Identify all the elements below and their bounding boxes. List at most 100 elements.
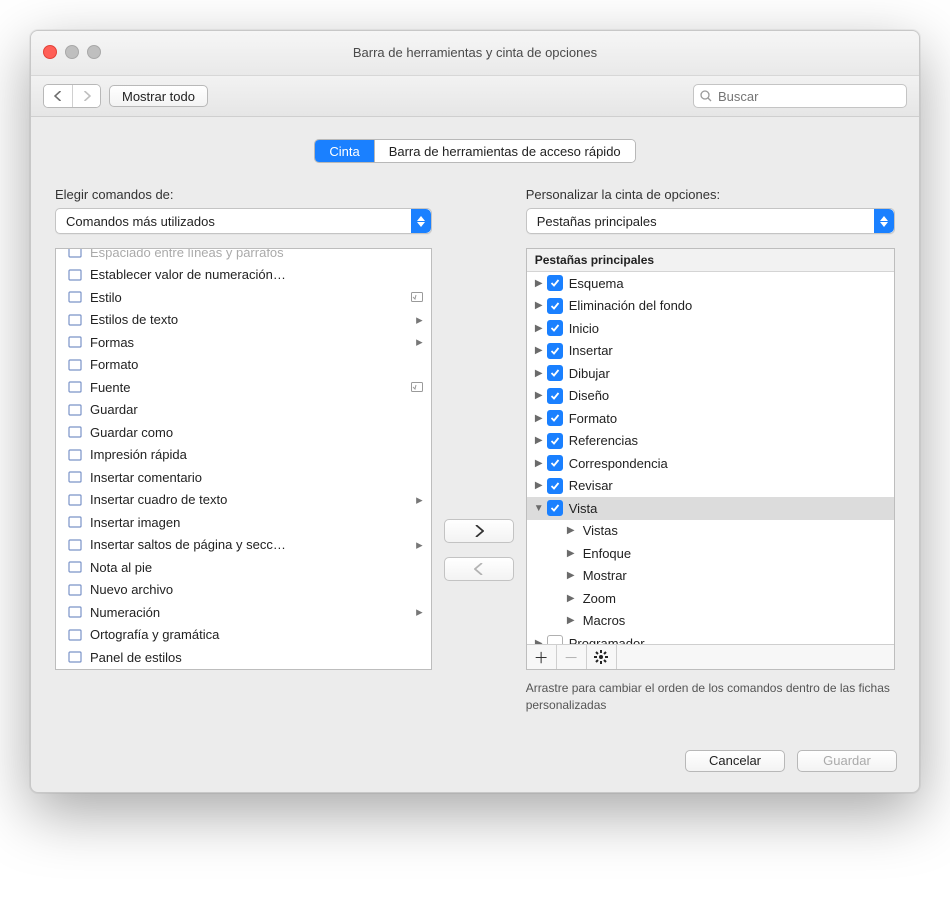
ribbon-group-item[interactable]: ▶Zoom — [527, 587, 894, 610]
ribbon-group-item[interactable]: ▶Macros — [527, 610, 894, 633]
add-tab-button[interactable]: ＋ — [527, 645, 557, 669]
select-stepper-icon — [411, 209, 431, 233]
tab-visibility-checkbox[interactable] — [547, 433, 563, 449]
tab-quick-access[interactable]: Barra de herramientas de acceso rápido — [374, 140, 635, 162]
tab-visibility-checkbox[interactable] — [547, 343, 563, 359]
show-all-button[interactable]: Mostrar todo — [109, 85, 208, 107]
disclosure-triangle-icon[interactable]: ▶ — [533, 278, 545, 289]
commands-listbox[interactable]: Espaciado entre líneas y párrafosEstable… — [55, 248, 432, 670]
tab-settings-button[interactable] — [587, 645, 617, 669]
ribbon-tab-label: Esquema — [569, 276, 624, 291]
command-item[interactable]: Insertar imagen — [56, 511, 431, 534]
search-input[interactable] — [716, 88, 900, 105]
ribbon-group-item[interactable]: ▶Enfoque — [527, 542, 894, 565]
submenu-indicator-icon: ▸ — [407, 537, 423, 553]
disclosure-triangle-icon[interactable]: ▶ — [565, 570, 577, 581]
customize-ribbon-select[interactable]: Pestañas principales — [526, 208, 895, 234]
ribbon-tab-item[interactable]: ▶ Eliminación del fondo — [527, 295, 894, 318]
ribbon-tab-item[interactable]: ▶Correspondencia — [527, 452, 894, 475]
command-item[interactable]: Panel de estilos — [56, 646, 431, 669]
ribbon-tab-label: Eliminación del fondo — [569, 298, 693, 313]
minimize-window-button[interactable] — [65, 45, 79, 59]
command-item[interactable]: Párrafo… — [56, 669, 431, 670]
ribbon-tab-item[interactable]: ▶Dibujar — [527, 362, 894, 385]
tab-visibility-checkbox[interactable] — [547, 298, 563, 314]
choose-commands-select[interactable]: Comandos más utilizados — [55, 208, 432, 234]
disclosure-triangle-icon[interactable]: ▶ — [533, 638, 545, 644]
command-icon — [66, 268, 84, 282]
zoom-window-button[interactable] — [87, 45, 101, 59]
disclosure-triangle-icon[interactable]: ▶ — [533, 345, 545, 356]
disclosure-triangle-icon[interactable]: ▶ — [533, 413, 545, 424]
tab-visibility-checkbox[interactable] — [547, 500, 563, 516]
ribbon-group-label: Vistas — [583, 523, 618, 538]
command-item[interactable]: Guardar — [56, 399, 431, 422]
ribbon-tab-item[interactable]: ▶Diseño — [527, 385, 894, 408]
disclosure-triangle-icon[interactable]: ▶ — [533, 435, 545, 446]
command-item[interactable]: Guardar como — [56, 421, 431, 444]
command-item[interactable]: Ortografía y gramática — [56, 624, 431, 647]
search-field[interactable] — [693, 84, 907, 108]
remove-tab-button[interactable]: － — [557, 645, 587, 669]
ribbon-tab-item[interactable]: ▶ Esquema — [527, 272, 894, 295]
tab-visibility-checkbox[interactable] — [547, 388, 563, 404]
command-item[interactable]: Formas▸ — [56, 331, 431, 354]
save-button[interactable]: Guardar — [797, 750, 897, 772]
remove-command-button[interactable] — [444, 557, 514, 581]
command-item[interactable]: Insertar comentario — [56, 466, 431, 489]
disclosure-triangle-icon[interactable]: ▶ — [533, 323, 545, 334]
command-item[interactable]: Nota al pie — [56, 556, 431, 579]
command-item[interactable]: Insertar saltos de página y secc…▸ — [56, 534, 431, 557]
disclosure-triangle-icon[interactable]: ▶ — [533, 368, 545, 379]
command-label: Impresión rápida — [90, 447, 407, 462]
add-command-button[interactable] — [444, 519, 514, 543]
command-item[interactable]: Estilos de texto▸ — [56, 309, 431, 332]
ribbon-tab-item[interactable]: ▶Formato — [527, 407, 894, 430]
tab-ribbon[interactable]: Cinta — [315, 140, 373, 162]
back-button[interactable] — [44, 85, 72, 107]
command-item[interactable]: Insertar cuadro de texto▸ — [56, 489, 431, 512]
ribbon-group-item[interactable]: ▶ Vistas — [527, 520, 894, 543]
tab-visibility-checkbox[interactable] — [547, 478, 563, 494]
command-item[interactable]: Numeración▸ — [56, 601, 431, 624]
disclosure-triangle-icon[interactable]: ▶ — [533, 480, 545, 491]
ribbon-tab-item[interactable]: ▶Referencias — [527, 430, 894, 453]
tab-visibility-checkbox[interactable] — [547, 275, 563, 291]
ribbon-group-item[interactable]: ▶Mostrar — [527, 565, 894, 588]
tab-visibility-checkbox[interactable] — [547, 365, 563, 381]
ribbon-tab-item[interactable]: ▶Inicio — [527, 317, 894, 340]
command-icon — [66, 403, 84, 417]
disclosure-triangle-icon[interactable]: ▶ — [565, 593, 577, 604]
ribbon-tab-item[interactable]: ▶Programador — [527, 632, 894, 644]
disclosure-triangle-icon[interactable]: ▶ — [565, 525, 577, 536]
disclosure-triangle-icon[interactable]: ▶ — [533, 390, 545, 401]
command-label: Formas — [90, 335, 407, 350]
tab-visibility-checkbox[interactable] — [547, 410, 563, 426]
cancel-button[interactable]: Cancelar — [685, 750, 785, 772]
ribbon-tab-item[interactable]: ▶Insertar — [527, 340, 894, 363]
command-item[interactable]: Estilo — [56, 286, 431, 309]
close-window-button[interactable] — [43, 45, 57, 59]
command-item[interactable]: Nuevo archivo — [56, 579, 431, 602]
command-item[interactable]: Espaciado entre líneas y párrafos — [56, 249, 431, 264]
tab-visibility-checkbox[interactable] — [547, 635, 563, 644]
ribbon-tabs-listbox[interactable]: Pestañas principales ▶Esquema▶Eliminació… — [526, 248, 895, 670]
tab-visibility-checkbox[interactable] — [547, 455, 563, 471]
command-label: Formato — [90, 357, 407, 372]
tab-visibility-checkbox[interactable] — [547, 320, 563, 336]
command-item[interactable]: Impresión rápida — [56, 444, 431, 467]
ribbon-tab-item[interactable]: ▶Revisar — [527, 475, 894, 498]
disclosure-triangle-icon[interactable]: ▶ — [533, 458, 545, 469]
command-item[interactable]: Fuente — [56, 376, 431, 399]
forward-button[interactable] — [72, 85, 100, 107]
command-label: Insertar comentario — [90, 470, 407, 485]
ribbon-tab-item[interactable]: ▼Vista — [527, 497, 894, 520]
command-item[interactable]: Establecer valor de numeración… — [56, 264, 431, 287]
disclosure-triangle-icon[interactable]: ▶ — [565, 615, 577, 626]
disclosure-triangle-icon[interactable]: ▶ — [565, 548, 577, 559]
disclosure-triangle-icon[interactable]: ▼ — [533, 503, 545, 514]
disclosure-triangle-icon[interactable]: ▶ — [533, 300, 545, 311]
command-label: Nota al pie — [90, 560, 407, 575]
view-tabs: Cinta Barra de herramientas de acceso rá… — [314, 139, 635, 163]
command-item[interactable]: Formato — [56, 354, 431, 377]
